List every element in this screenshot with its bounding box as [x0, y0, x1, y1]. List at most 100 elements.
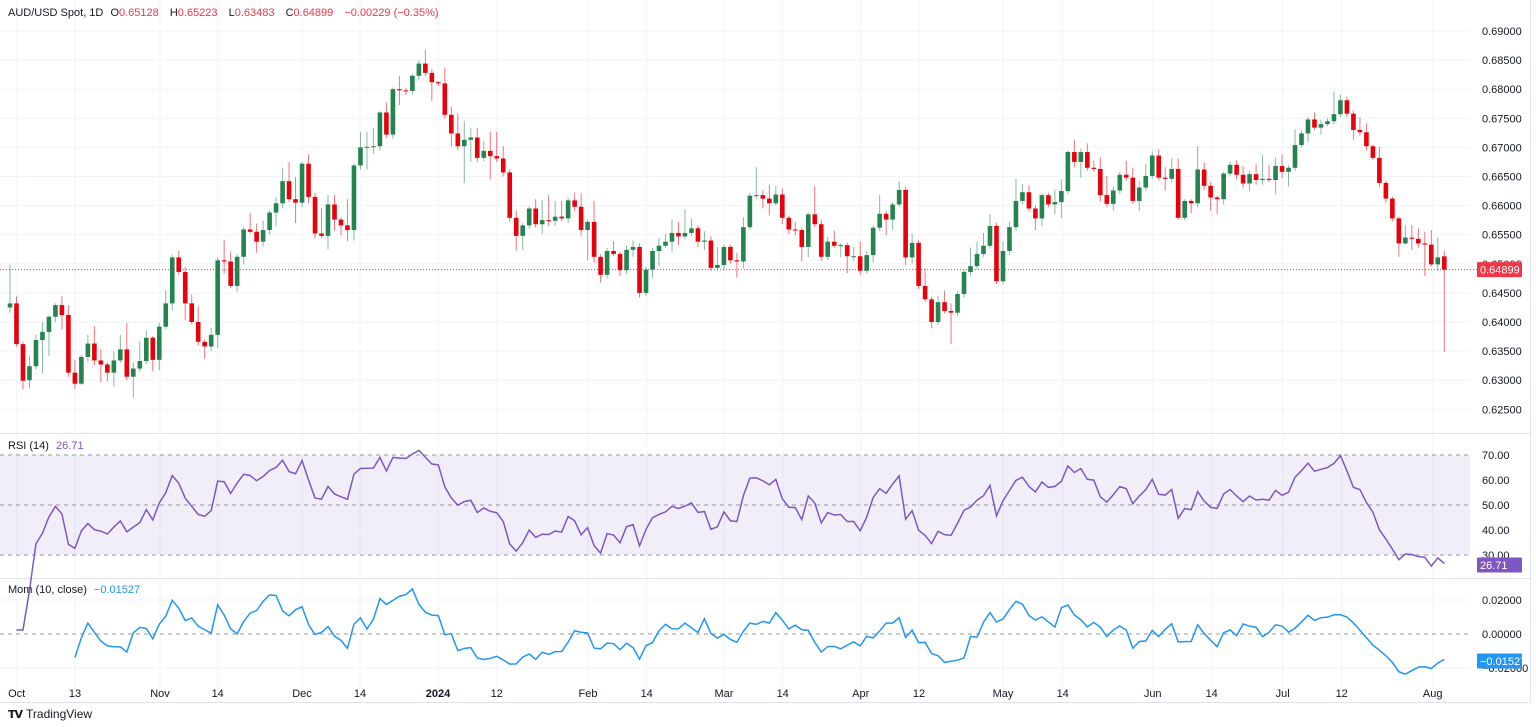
candle-body [961, 271, 967, 295]
candle-body [838, 245, 844, 247]
candle-body [1111, 190, 1116, 204]
candle [59, 296, 65, 330]
candle-body [1318, 124, 1324, 128]
rsi-value: 26.71 [56, 440, 84, 452]
candle-body [1162, 177, 1168, 179]
candle [994, 223, 999, 285]
candle-body [572, 200, 577, 207]
rsi-axis-label: 50.00 [1482, 500, 1510, 512]
candle-body [377, 112, 383, 147]
candle-body [325, 204, 331, 236]
candle [754, 167, 759, 199]
candle [747, 192, 753, 230]
candle-body [1357, 129, 1363, 133]
candle [669, 219, 675, 252]
candle [436, 81, 441, 86]
candle-body [1364, 132, 1369, 147]
candle [1000, 241, 1006, 285]
candle [987, 214, 993, 249]
candle [552, 200, 558, 226]
candle-body [754, 195, 759, 197]
mom-value-badge-text: −0.01527 [1480, 656, 1526, 668]
mom-axis-label: 0.02000 [1482, 595, 1522, 607]
candle-body [520, 225, 526, 236]
rsi-value-badge: 26.71 [1477, 557, 1522, 573]
candle [156, 322, 162, 371]
candle [637, 243, 642, 298]
tradingview-logo[interactable]: TV TradingView [8, 707, 92, 721]
candle [630, 240, 636, 257]
candle-body [319, 233, 324, 236]
candles [7, 49, 1447, 398]
candle-body [59, 305, 65, 316]
time-axis-label: Dec [292, 688, 312, 700]
candle [767, 184, 772, 216]
candle [1026, 185, 1032, 212]
candle-body [228, 261, 233, 286]
tradingview-brand: TradingView [26, 707, 93, 721]
candle-body [552, 216, 558, 221]
candle [818, 219, 824, 261]
price-axis-label: 0.65500 [1482, 230, 1522, 242]
candle-body [812, 214, 818, 225]
candle-body [260, 230, 266, 242]
candle [831, 230, 837, 249]
candle-body [981, 245, 986, 254]
candle-body [1221, 173, 1226, 200]
candle-body [131, 368, 136, 377]
candle [442, 67, 448, 119]
candle [689, 218, 694, 236]
time-axis-label: Mar [715, 688, 734, 700]
candle-body [195, 322, 201, 342]
candle [455, 113, 461, 151]
candle-body [630, 246, 636, 250]
candle [1221, 171, 1226, 205]
candle-body [189, 303, 195, 322]
candle [948, 303, 954, 345]
candle [773, 185, 779, 206]
candle [1344, 96, 1350, 118]
candle [1214, 195, 1220, 215]
candle-body [1020, 192, 1025, 201]
candle [507, 169, 513, 222]
candle [247, 212, 253, 234]
candle [598, 254, 603, 283]
mom-value-badge: −0.01527 [1477, 653, 1526, 669]
candle-body [974, 253, 980, 267]
time-axis-label: 12 [491, 688, 503, 700]
candle [1149, 151, 1155, 179]
candle-body [1260, 178, 1265, 180]
candle [7, 264, 13, 313]
chart-canvas[interactable]: Oct 13 Nov 14 Dec 14 2024 12 Feb 14 Mar 14 Apr 12 May 1… [0, 0, 1536, 727]
candle-body [1201, 169, 1207, 186]
candle-body [1403, 237, 1408, 244]
candle [215, 257, 220, 349]
candle [650, 248, 655, 278]
candle [325, 195, 331, 250]
price-axis-label: 0.62500 [1482, 404, 1522, 416]
candle-body [1422, 243, 1428, 245]
candle [559, 200, 564, 222]
candle-body [7, 303, 13, 308]
candle-body [468, 137, 474, 140]
candle [741, 217, 746, 269]
candle-body [66, 315, 71, 373]
candle [513, 210, 519, 251]
candle-body [1286, 167, 1291, 172]
candle-body [786, 217, 792, 230]
candle-body [390, 89, 396, 135]
candle-body [1441, 256, 1447, 270]
candle-body [1344, 100, 1350, 114]
candle-body [948, 310, 954, 313]
candle [85, 334, 91, 362]
candle-body [585, 221, 590, 231]
rsi-axis-label: 40.00 [1482, 525, 1510, 537]
candle-body [1351, 113, 1356, 130]
low-label: L [228, 7, 235, 19]
candle-body [715, 264, 720, 268]
candle-body [533, 208, 538, 225]
candle [449, 106, 454, 147]
candle [20, 341, 26, 390]
candle-body [994, 225, 999, 282]
candle-body [423, 63, 428, 73]
